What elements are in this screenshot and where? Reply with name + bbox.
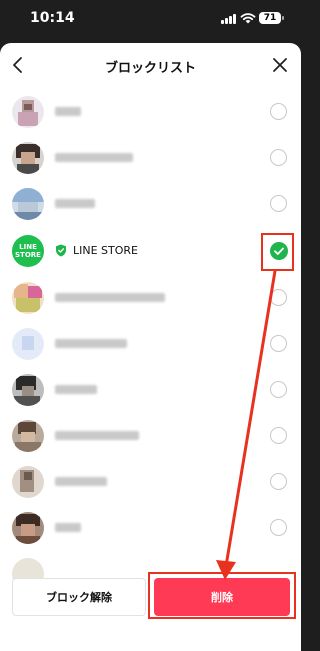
avatar [12, 512, 44, 544]
select-radio[interactable] [270, 381, 287, 398]
avatar [12, 420, 44, 452]
blurred-name [55, 293, 165, 302]
avatar [12, 96, 44, 128]
blurred-name [55, 107, 81, 116]
sheet-header: ブロックリスト [0, 43, 301, 89]
line-store-avatar: LINE STORE [12, 235, 44, 267]
avatar [12, 142, 44, 174]
list-item[interactable] [0, 367, 301, 413]
list-item[interactable] [0, 181, 301, 227]
avatar [12, 328, 44, 360]
contact-name: LINE STORE [73, 244, 139, 257]
list-item[interactable] [0, 321, 301, 367]
select-radio[interactable] [270, 473, 287, 490]
status-time: 10:14 [30, 10, 75, 26]
list-item[interactable] [0, 459, 301, 505]
official-shield-icon [56, 244, 66, 257]
list-item[interactable] [0, 505, 301, 551]
unblock-button[interactable]: ブロック解除 [12, 578, 146, 616]
list-item[interactable] [0, 275, 301, 321]
blurred-name [55, 523, 81, 532]
avatar [12, 374, 44, 406]
select-radio[interactable] [270, 149, 287, 166]
list-item-line-store[interactable]: LINE STORE LINE STORE [0, 227, 301, 275]
blurred-name [55, 339, 127, 348]
list-item[interactable] [0, 413, 301, 459]
avatar [12, 188, 44, 220]
select-radio[interactable] [270, 335, 287, 352]
annotation-highlight-delete [148, 572, 296, 619]
select-radio[interactable] [270, 103, 287, 120]
page-title: ブロックリスト [104, 61, 196, 76]
select-radio[interactable] [270, 427, 287, 444]
select-radio[interactable] [270, 195, 287, 212]
blurred-name [55, 431, 139, 440]
avatar [12, 466, 44, 498]
select-radio[interactable] [270, 519, 287, 536]
annotation-highlight-check [261, 233, 294, 271]
blurred-name [55, 385, 97, 394]
list-item[interactable] [0, 135, 301, 181]
battery-icon: 71 [259, 12, 284, 24]
blurred-name [55, 477, 107, 486]
status-bar: 10:14 71 [0, 0, 301, 40]
blurred-name [55, 153, 133, 162]
blurred-name [55, 199, 95, 208]
block-list-sheet: ブロックリスト LINE STORE LINE STORE ブロック解除 削除 [0, 43, 301, 651]
list-item[interactable] [0, 89, 301, 135]
signal-icon [221, 14, 237, 24]
avatar [12, 282, 44, 314]
wifi-icon [240, 13, 256, 24]
select-radio[interactable] [270, 289, 287, 306]
close-icon[interactable] [270, 55, 290, 75]
blocked-user-list: LINE STORE LINE STORE [0, 89, 301, 619]
